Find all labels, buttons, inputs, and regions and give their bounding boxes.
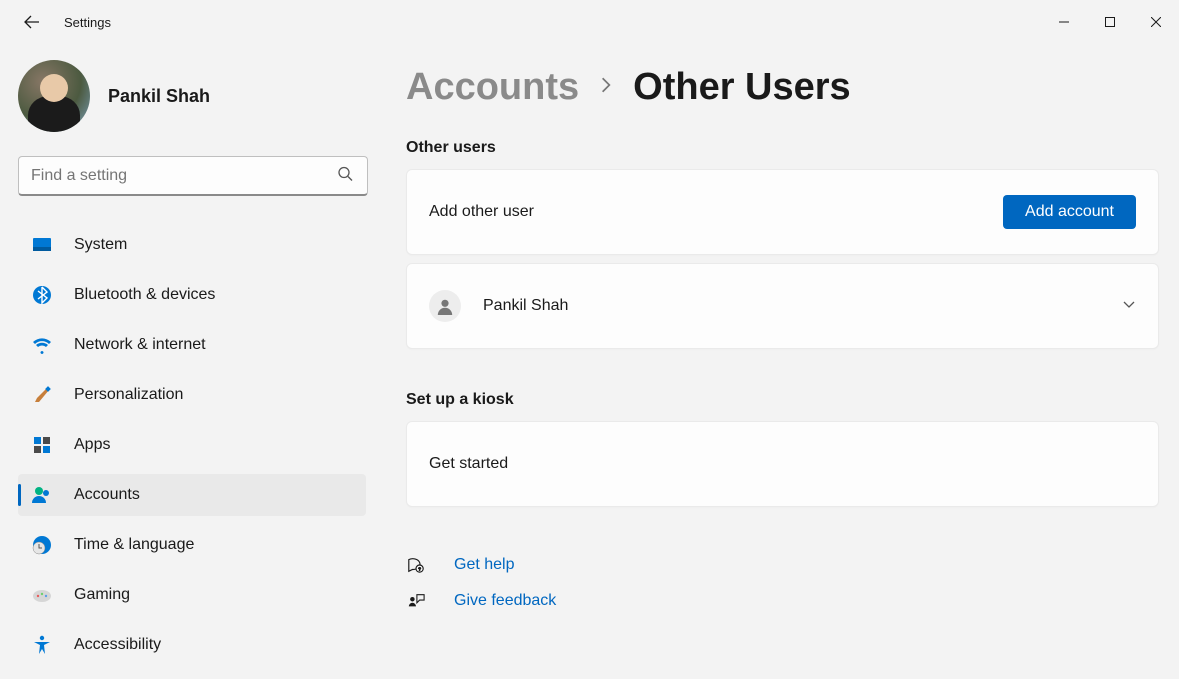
- sidebar-item-label: Time & language: [74, 536, 194, 554]
- titlebar: Settings: [0, 0, 1179, 44]
- arrow-left-icon: [24, 14, 40, 30]
- kiosk-card[interactable]: Get started: [406, 421, 1159, 507]
- user-avatar-placeholder: [429, 290, 461, 322]
- nav: System Bluetooth & devices Network & int…: [18, 224, 366, 666]
- gamepad-icon: [32, 585, 52, 605]
- maximize-button[interactable]: [1087, 6, 1133, 38]
- add-other-user-label: Add other user: [429, 203, 981, 221]
- globe-clock-icon: [32, 535, 52, 555]
- add-other-user-card: Add other user Add account: [406, 169, 1159, 255]
- window-controls: [1041, 6, 1179, 38]
- section-heading: Set up a kiosk: [406, 391, 1159, 409]
- sidebar: Pankil Shah System Bluetooth & devices: [0, 44, 376, 679]
- feedback-icon: [406, 592, 426, 610]
- help-links: ? Get help Give feedback: [406, 547, 1159, 619]
- kiosk-get-started-label: Get started: [429, 455, 1136, 473]
- sidebar-item-label: System: [74, 236, 127, 254]
- other-user-row[interactable]: Pankil Shah: [406, 263, 1159, 349]
- sidebar-item-label: Apps: [74, 436, 110, 454]
- breadcrumb-current: Other Users: [633, 66, 851, 109]
- get-help-text[interactable]: Get help: [454, 556, 514, 574]
- avatar: [18, 60, 90, 132]
- maximize-icon: [1105, 17, 1115, 27]
- give-feedback-link[interactable]: Give feedback: [406, 583, 1159, 619]
- breadcrumb-parent[interactable]: Accounts: [406, 66, 579, 109]
- help-icon: ?: [406, 556, 426, 574]
- profile-block[interactable]: Pankil Shah: [18, 60, 366, 132]
- sidebar-item-personalization[interactable]: Personalization: [18, 374, 366, 416]
- give-feedback-text[interactable]: Give feedback: [454, 592, 556, 610]
- close-icon: [1151, 17, 1161, 27]
- sidebar-item-bluetooth[interactable]: Bluetooth & devices: [18, 274, 366, 316]
- section-kiosk: Set up a kiosk Get started: [406, 391, 1159, 507]
- person-icon: [436, 297, 454, 315]
- minimize-icon: [1059, 17, 1069, 27]
- accessibility-icon: [32, 635, 52, 655]
- chevron-right-icon: [597, 76, 615, 99]
- accounts-icon: [32, 485, 52, 505]
- sidebar-item-label: Accessibility: [74, 636, 161, 654]
- sidebar-item-label: Network & internet: [74, 336, 206, 354]
- other-user-name: Pankil Shah: [483, 297, 1100, 315]
- main-content: Accounts Other Users Other users Add oth…: [376, 44, 1179, 679]
- window-title: Settings: [64, 15, 111, 30]
- paintbrush-icon: [32, 385, 52, 405]
- section-heading: Other users: [406, 139, 1159, 157]
- wifi-icon: [32, 335, 52, 355]
- search-icon: [337, 165, 353, 186]
- sidebar-item-label: Accounts: [74, 486, 140, 504]
- sidebar-item-label: Personalization: [74, 386, 183, 404]
- sidebar-item-system[interactable]: System: [18, 224, 366, 266]
- close-button[interactable]: [1133, 6, 1179, 38]
- minimize-button[interactable]: [1041, 6, 1087, 38]
- sidebar-item-label: Gaming: [74, 586, 130, 604]
- breadcrumb: Accounts Other Users: [406, 66, 1159, 109]
- profile-name: Pankil Shah: [108, 86, 210, 107]
- section-other-users: Other users Add other user Add account P…: [406, 139, 1159, 349]
- sidebar-item-accounts[interactable]: Accounts: [18, 474, 366, 516]
- get-help-link[interactable]: ? Get help: [406, 547, 1159, 583]
- sidebar-item-apps[interactable]: Apps: [18, 424, 366, 466]
- sidebar-item-time-language[interactable]: Time & language: [18, 524, 366, 566]
- sidebar-item-accessibility[interactable]: Accessibility: [18, 624, 366, 666]
- search-box[interactable]: [18, 156, 368, 196]
- bluetooth-icon: [32, 285, 52, 305]
- system-icon: [32, 235, 52, 255]
- sidebar-item-network[interactable]: Network & internet: [18, 324, 366, 366]
- search-input[interactable]: [31, 167, 325, 185]
- chevron-down-icon: [1122, 297, 1136, 316]
- apps-icon: [32, 435, 52, 455]
- back-button[interactable]: [16, 6, 48, 38]
- sidebar-item-gaming[interactable]: Gaming: [18, 574, 366, 616]
- sidebar-item-label: Bluetooth & devices: [74, 286, 215, 304]
- add-account-button[interactable]: Add account: [1003, 195, 1136, 229]
